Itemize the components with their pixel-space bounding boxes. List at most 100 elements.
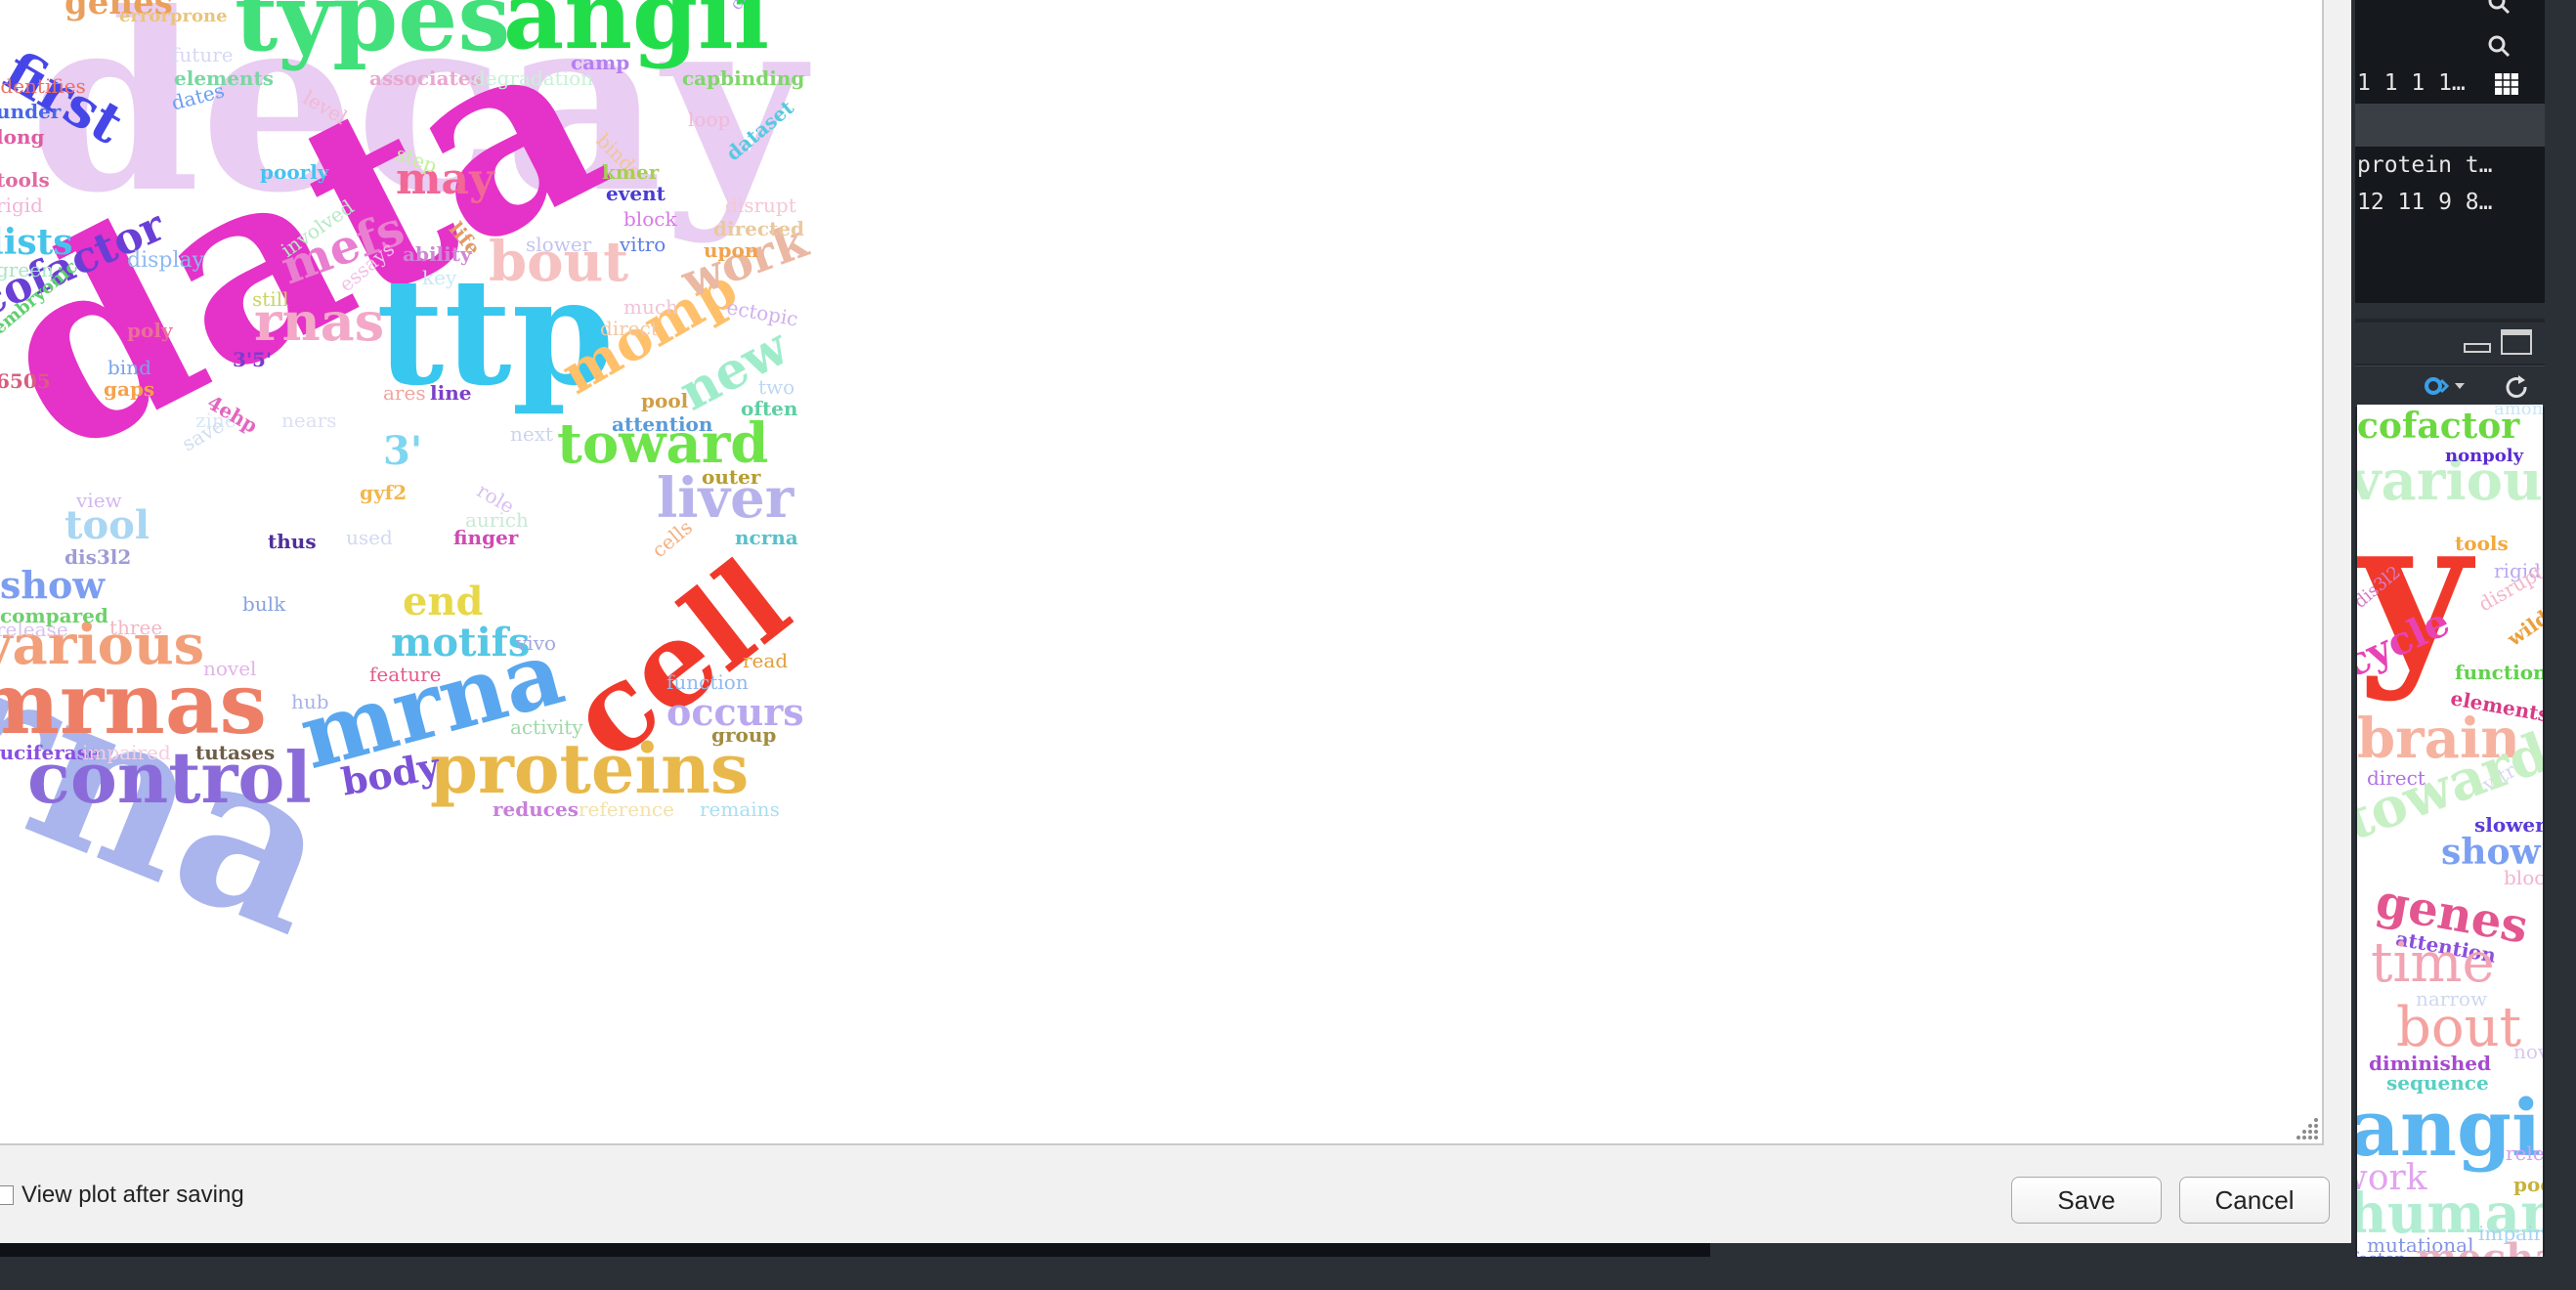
- wordcloud-word: rigid: [0, 194, 43, 217]
- wordcloud-word: dis3l2: [64, 545, 132, 569]
- wordcloud-word: 6505: [0, 369, 51, 393]
- wordcloud-word: 3': [383, 428, 423, 474]
- maximize-pane-icon[interactable]: [2500, 328, 2533, 356]
- wordcloud-word: proteins: [430, 728, 750, 809]
- wordcloud-word: tools: [2455, 532, 2509, 555]
- wordcloud-word: reduces: [493, 797, 579, 821]
- wordcloud-word: ares: [383, 381, 426, 405]
- wordcloud-word: reference: [579, 797, 674, 821]
- wordcloud-word: line: [430, 381, 472, 405]
- wordcloud-word: show: [2441, 832, 2541, 873]
- wordcloud-word: read: [743, 649, 789, 672]
- wordcloud-word: show: [0, 563, 106, 607]
- wordcloud-word: ncrna: [735, 526, 798, 549]
- search-icon[interactable]: [2486, 33, 2512, 59]
- env-value: 12 11 9 8…: [2357, 190, 2493, 215]
- refresh-icon[interactable]: [2502, 372, 2531, 402]
- wordcloud-word: block: [2504, 866, 2543, 889]
- plots-pane-header: [2355, 322, 2545, 364]
- plot-thumbnail: cofactor among various nonpoly y tools r…: [2357, 405, 2543, 1257]
- wordcloud-word: poorly: [260, 160, 329, 184]
- wordcloud-word: feature: [369, 663, 442, 686]
- wordcloud-word: vivo: [516, 631, 557, 655]
- wordcloud-word: lists: [0, 222, 73, 263]
- table-view-icon[interactable]: [2494, 72, 2519, 96]
- wordcloud-word: next: [510, 422, 554, 446]
- wordcloud-word: errorprone: [119, 6, 228, 26]
- wordcloud-word: elements: [174, 66, 274, 90]
- wordcloud-word: used: [346, 526, 393, 549]
- wordcloud-word: nears: [281, 408, 337, 432]
- save-plot-dialog: decay data rna types angii ttp cell mrna…: [0, 0, 2351, 1243]
- wordcloud-word: pool: [2513, 1173, 2543, 1196]
- plots-toolbar: [2355, 366, 2545, 407]
- wordcloud-word: cells: [647, 515, 698, 563]
- wordcloud-word: foster: [2357, 1251, 2403, 1258]
- wordcloud-word: angii: [503, 0, 770, 70]
- wordcloud-word: gyf2: [360, 481, 408, 504]
- wordcloud-word: display: [127, 248, 205, 273]
- wordcloud-word: under: [0, 100, 62, 123]
- save-button[interactable]: Save: [2011, 1177, 2162, 1224]
- wordcloud-word: three: [109, 616, 163, 639]
- env-row-highlight: [2355, 104, 2545, 147]
- wordcloud-word: hub: [291, 690, 329, 713]
- wordcloud-word: disrupt: [725, 194, 796, 217]
- wordcloud-word: gaps: [104, 377, 155, 401]
- wordcloud-word: slower: [526, 233, 592, 256]
- wordcloud-word: release: [2506, 1141, 2543, 1165]
- wordcloud-word: associates: [369, 66, 482, 90]
- wordcloud-word: view: [76, 489, 122, 512]
- wordcloud-word: function: [2455, 661, 2543, 684]
- wordcloud-word: ectopic: [724, 295, 800, 331]
- publish-icon[interactable]: [2422, 374, 2451, 398]
- wordcloud-word: finger: [453, 526, 519, 549]
- wordcloud-word: thus: [268, 530, 317, 553]
- wordcloud-word: ability: [403, 242, 472, 266]
- wordcloud-word: still: [252, 287, 289, 311]
- wordcloud-word: motifs: [391, 620, 531, 666]
- wordcloud-word: nonpoly: [2445, 446, 2524, 466]
- env-value: protein t…: [2357, 152, 2493, 178]
- background-console-strip: [0, 1243, 1710, 1257]
- chevron-down-icon[interactable]: [2453, 380, 2467, 392]
- wordcloud-word: activity: [510, 715, 583, 739]
- wordcloud-word: two: [758, 375, 795, 399]
- wordcloud-word: key: [422, 266, 457, 289]
- wordcloud-word: types: [235, 0, 511, 72]
- wordcloud-word: direct: [600, 317, 659, 340]
- wordcloud-word: time: [2371, 931, 2495, 995]
- wordcloud-word: upon: [704, 238, 759, 262]
- view-after-saving-option[interactable]: View plot after saving: [0, 1181, 244, 1210]
- minimize-pane-icon[interactable]: [2463, 336, 2492, 356]
- wordcloud-word: end: [403, 579, 484, 624]
- wordcloud-word: bout: [2396, 996, 2522, 1059]
- wordcloud-word: event: [606, 182, 665, 205]
- wordcloud-word: poly: [127, 319, 173, 342]
- wordcloud-word: remains: [700, 797, 780, 821]
- wordcloud-word: bind: [107, 356, 151, 379]
- window-edge: [2547, 0, 2576, 1290]
- wordcloud-word: among: [2494, 405, 2543, 419]
- wordcloud-word: novel: [2513, 1040, 2543, 1063]
- wordcloud-word: capbinding: [682, 66, 805, 90]
- wordcloud-word: often: [741, 397, 798, 420]
- wordcloud-word: directed: [713, 217, 804, 240]
- wordcloud-word: attention: [612, 412, 713, 436]
- view-after-saving-checkbox[interactable]: [0, 1185, 14, 1205]
- wordcloud-word: block: [623, 207, 677, 231]
- wordcloud-word: 3'5': [233, 348, 273, 371]
- search-icon[interactable]: [2486, 0, 2512, 16]
- wordcloud-word: novel: [203, 657, 257, 680]
- wordcloud-word: future: [172, 43, 234, 66]
- wordcloud-word: group: [711, 723, 777, 747]
- wordcloud-word: tools: [0, 168, 50, 192]
- environment-pane: 1 1 1 1… protein t… 12 11 9 8…: [2355, 0, 2545, 303]
- wordcloud-word: camp: [571, 51, 630, 74]
- wordcloud-word: release: [0, 618, 68, 641]
- wordcloud-word: vitro: [620, 233, 666, 256]
- wordcloud-word: tutases: [195, 741, 276, 764]
- wordcloud-word: tool: [64, 502, 150, 548]
- cancel-button[interactable]: Cancel: [2179, 1177, 2330, 1224]
- resize-grip-icon[interactable]: [2281, 1102, 2320, 1141]
